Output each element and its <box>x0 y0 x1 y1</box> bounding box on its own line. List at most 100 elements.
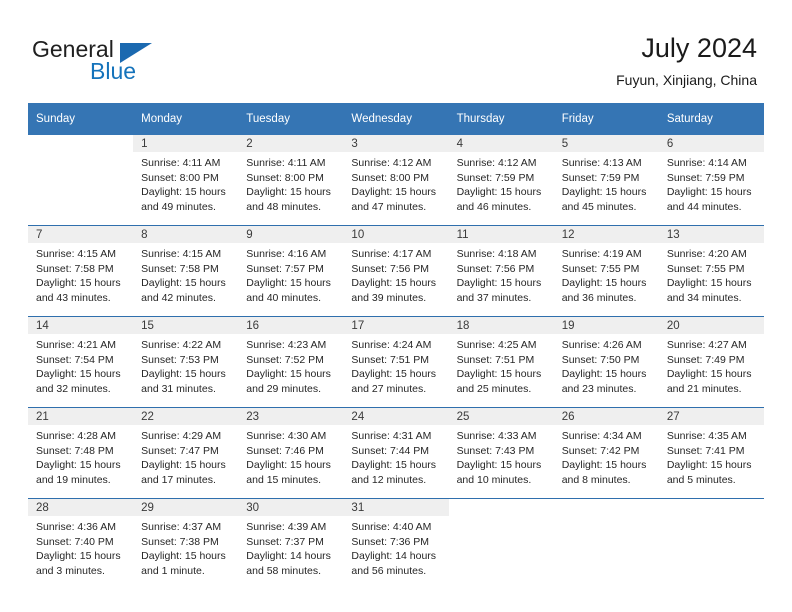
calendar-day-cell[interactable]: 25 Sunrise: 4:33 AM Sunset: 7:43 PM Dayligh… <box>448 407 554 499</box>
sunset-text: Sunset: 7:47 PM <box>141 444 219 457</box>
sunset-text: Sunset: 7:40 PM <box>36 535 114 548</box>
daylight-text-line2: and 19 minutes. <box>36 473 111 486</box>
day-cell-inner: 16 Sunrise: 4:23 AM Sunset: 7:52 PM Dayligh… <box>238 317 344 407</box>
day-details: Sunrise: 4:13 AM Sunset: 7:59 PM Daylight:… <box>554 152 659 214</box>
calendar-day-cell[interactable]: 21 Sunrise: 4:28 AM Sunset: 7:48 PM Dayligh… <box>28 407 134 499</box>
day-cell-inner <box>449 499 554 589</box>
sunset-text: Sunset: 7:52 PM <box>246 353 324 366</box>
sunrise-text: Sunrise: 4:12 AM <box>456 157 537 169</box>
daylight-text-line2: and 5 minutes. <box>666 473 736 486</box>
calendar-day-cell[interactable]: 23 Sunrise: 4:30 AM Sunset: 7:46 PM Dayligh… <box>238 407 344 499</box>
calendar-day-cell[interactable]: 22 Sunrise: 4:29 AM Sunset: 7:47 PM Dayligh… <box>133 407 239 499</box>
sunrise-text: Sunrise: 4:12 AM <box>351 157 432 169</box>
calendar-grid: Sunday Monday Tuesday Wednesday Thursday… <box>28 103 764 589</box>
sunset-text: Sunset: 7:37 PM <box>246 535 324 548</box>
day-cell-inner: 30 Sunrise: 4:39 AM Sunset: 7:37 PM Dayligh… <box>238 499 344 589</box>
calendar-day-cell[interactable]: 24 Sunrise: 4:31 AM Sunset: 7:44 PM Dayligh… <box>343 407 449 499</box>
calendar-day-cell[interactable]: 6 Sunrise: 4:14 AM Sunset: 7:59 PM Daylight… <box>658 135 764 226</box>
sunrise-text: Sunrise: 4:39 AM <box>246 521 327 533</box>
day-cell-inner: 23 Sunrise: 4:30 AM Sunset: 7:46 PM Dayligh… <box>238 408 344 498</box>
calendar-day-cell[interactable]: 27 Sunrise: 4:35 AM Sunset: 7:41 PM Dayligh… <box>658 407 764 499</box>
day-number: 5 <box>553 135 659 152</box>
daylight-text-line1: Daylight: 15 hours <box>351 459 437 472</box>
sunrise-text: Sunrise: 4:18 AM <box>456 248 537 260</box>
calendar-day-cell[interactable]: 8 Sunrise: 4:15 AM Sunset: 7:58 PM Daylight… <box>133 225 239 317</box>
daylight-text-line2: and 23 minutes. <box>561 382 637 395</box>
calendar-day-cell[interactable]: 16 Sunrise: 4:23 AM Sunset: 7:52 PM Dayligh… <box>238 316 344 408</box>
day-cell-inner: 31 Sunrise: 4:40 AM Sunset: 7:36 PM Dayligh… <box>343 499 449 589</box>
day-cell-inner: 8 Sunrise: 4:15 AM Sunset: 7:58 PM Daylight… <box>133 226 239 316</box>
day-details: Sunrise: 4:23 AM Sunset: 7:52 PM Daylight:… <box>238 334 343 396</box>
calendar-day-cell[interactable]: 20 Sunrise: 4:27 AM Sunset: 7:49 PM Dayligh… <box>658 316 764 408</box>
daylight-text-line1: Daylight: 15 hours <box>456 368 542 381</box>
sunrise-text: Sunrise: 4:31 AM <box>351 430 432 442</box>
weekday-header-monday: Monday <box>133 103 239 135</box>
page-title: July 2024 <box>641 33 757 63</box>
calendar-day-cell[interactable]: 15 Sunrise: 4:22 AM Sunset: 7:53 PM Dayligh… <box>133 316 239 408</box>
sunset-text: Sunset: 7:38 PM <box>141 535 219 548</box>
daylight-text-line1: Daylight: 15 hours <box>666 186 752 199</box>
sunrise-text: Sunrise: 4:15 AM <box>141 248 222 260</box>
daylight-text-line2: and 46 minutes. <box>456 200 532 213</box>
calendar-day-cell[interactable]: 31 Sunrise: 4:40 AM Sunset: 7:36 PM Dayligh… <box>343 498 449 589</box>
sunset-text: Sunset: 7:43 PM <box>456 444 535 457</box>
calendar-day-cell[interactable]: 29 Sunrise: 4:37 AM Sunset: 7:38 PM Dayligh… <box>133 498 239 589</box>
calendar-day-cell[interactable]: 19 Sunrise: 4:26 AM Sunset: 7:50 PM Dayligh… <box>553 316 659 408</box>
day-details: Sunrise: 4:15 AM Sunset: 7:58 PM Daylight:… <box>28 243 133 305</box>
day-number: 18 <box>448 317 554 334</box>
calendar-day-cell[interactable]: 9 Sunrise: 4:16 AM Sunset: 7:57 PM Daylight… <box>238 225 344 317</box>
daylight-text-line2: and 25 minutes. <box>456 382 532 395</box>
daylight-text-line1: Daylight: 15 hours <box>351 277 437 290</box>
day-details: Sunrise: 4:21 AM Sunset: 7:54 PM Daylight:… <box>28 334 133 396</box>
daylight-text-line1: Daylight: 15 hours <box>456 277 542 290</box>
day-cell-inner: 6 Sunrise: 4:14 AM Sunset: 7:59 PM Daylight… <box>658 135 764 225</box>
calendar-day-cell[interactable]: 18 Sunrise: 4:25 AM Sunset: 7:51 PM Dayligh… <box>448 316 554 408</box>
day-number <box>659 499 764 516</box>
calendar-day-cell[interactable]: 17 Sunrise: 4:24 AM Sunset: 7:51 PM Dayligh… <box>343 316 449 408</box>
day-number: 22 <box>133 408 239 425</box>
day-details: Sunrise: 4:27 AM Sunset: 7:49 PM Daylight:… <box>659 334 764 396</box>
daylight-text-line2: and 31 minutes. <box>141 382 216 395</box>
calendar-day-cell[interactable]: 13 Sunrise: 4:20 AM Sunset: 7:55 PM Dayligh… <box>658 225 764 317</box>
calendar-day-cell[interactable]: 5 Sunrise: 4:13 AM Sunset: 7:59 PM Daylight… <box>553 135 659 226</box>
calendar-day-cell[interactable]: 30 Sunrise: 4:39 AM Sunset: 7:37 PM Dayligh… <box>238 498 344 589</box>
day-cell-inner: 10 Sunrise: 4:17 AM Sunset: 7:56 PM Dayligh… <box>343 226 449 316</box>
calendar-day-cell[interactable]: 3 Sunrise: 4:12 AM Sunset: 8:00 PM Daylight… <box>343 135 449 226</box>
daylight-text-line1: Daylight: 15 hours <box>666 277 752 290</box>
calendar-day-cell[interactable]: 7 Sunrise: 4:15 AM Sunset: 7:58 PM Daylight… <box>28 225 134 317</box>
daylight-text-line2: and 8 minutes. <box>561 473 631 486</box>
day-number: 16 <box>238 317 344 334</box>
sunset-text: Sunset: 7:59 PM <box>561 171 640 184</box>
daylight-text-line1: Daylight: 15 hours <box>561 459 647 472</box>
daylight-text-line1: Daylight: 15 hours <box>36 368 121 381</box>
weekday-header-thursday: Thursday <box>448 103 554 135</box>
daylight-text-line2: and 3 minutes. <box>36 564 105 577</box>
calendar-day-cell[interactable]: 11 Sunrise: 4:18 AM Sunset: 7:56 PM Dayligh… <box>448 225 554 317</box>
calendar-day-cell[interactable]: 10 Sunrise: 4:17 AM Sunset: 7:56 PM Dayligh… <box>343 225 449 317</box>
daylight-text-line1: Daylight: 14 hours <box>246 550 331 563</box>
calendar-week-row: 14 Sunrise: 4:21 AM Sunset: 7:54 PM Dayligh… <box>28 316 764 408</box>
calendar-day-cell[interactable]: 12 Sunrise: 4:19 AM Sunset: 7:55 PM Dayligh… <box>553 225 659 317</box>
daylight-text-line2: and 29 minutes. <box>246 382 321 395</box>
sunset-text: Sunset: 7:44 PM <box>351 444 430 457</box>
calendar-day-cell[interactable]: 26 Sunrise: 4:34 AM Sunset: 7:42 PM Dayligh… <box>553 407 659 499</box>
calendar-day-cell[interactable]: 1 Sunrise: 4:11 AM Sunset: 8:00 PM Daylight… <box>133 135 239 226</box>
sunset-text: Sunset: 7:55 PM <box>561 262 640 275</box>
day-details: Sunrise: 4:29 AM Sunset: 7:47 PM Daylight:… <box>133 425 238 487</box>
daylight-text-line2: and 47 minutes. <box>351 200 427 213</box>
day-cell-inner: 15 Sunrise: 4:22 AM Sunset: 7:53 PM Dayligh… <box>133 317 239 407</box>
day-number <box>449 499 554 516</box>
sunset-text: Sunset: 7:59 PM <box>456 171 535 184</box>
day-number: 4 <box>448 135 554 152</box>
daylight-text-line2: and 49 minutes. <box>141 200 216 213</box>
calendar-day-cell[interactable]: 28 Sunrise: 4:36 AM Sunset: 7:40 PM Dayligh… <box>28 498 134 589</box>
calendar-day-cell[interactable]: 4 Sunrise: 4:12 AM Sunset: 7:59 PM Daylight… <box>448 135 554 226</box>
sunset-text: Sunset: 7:51 PM <box>456 353 535 366</box>
title-block: July 2024 Fuyun, Xinjiang, China <box>616 32 757 90</box>
day-cell-inner: 5 Sunrise: 4:13 AM Sunset: 7:59 PM Daylight… <box>553 135 659 225</box>
general-blue-logo[interactable]: General Blue <box>32 36 232 88</box>
calendar-day-cell[interactable]: 2 Sunrise: 4:11 AM Sunset: 8:00 PM Daylight… <box>238 135 344 226</box>
calendar-day-cell[interactable]: 14 Sunrise: 4:21 AM Sunset: 7:54 PM Dayligh… <box>28 316 134 408</box>
weekday-header-friday: Friday <box>553 103 659 135</box>
day-number: 2 <box>238 135 344 152</box>
